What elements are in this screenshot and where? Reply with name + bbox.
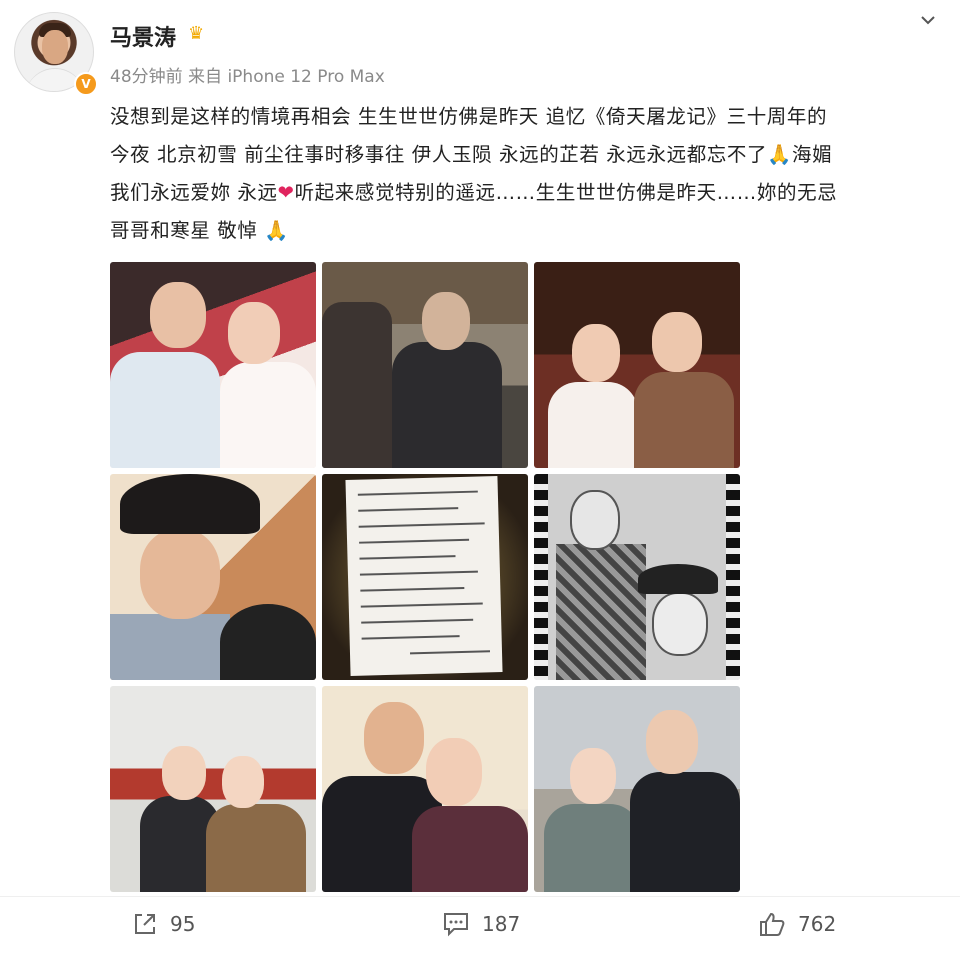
photo-5[interactable] — [322, 474, 528, 680]
comment-count: 187 — [482, 912, 521, 936]
like-count: 762 — [798, 912, 837, 936]
post-text-line: 我们永远爱妳 永远❤听起来感觉特别的遥远……生生世世仿佛是昨天……妳的无忌 — [110, 181, 838, 204]
handwritten-note — [345, 476, 503, 676]
post-text-line: 哥哥和寒星 敬悼 🙏 — [110, 219, 290, 242]
photo-6[interactable] — [534, 474, 740, 680]
photo-4[interactable] — [110, 474, 316, 680]
photo-2[interactable] — [322, 262, 528, 468]
chevron-down-icon[interactable] — [918, 10, 938, 30]
photo-9[interactable] — [534, 686, 740, 892]
comment-button[interactable]: 187 — [442, 909, 520, 939]
share-icon — [135, 914, 155, 934]
photo-3[interactable] — [534, 262, 740, 468]
pray-icon: 🙏 — [264, 219, 290, 242]
pray-icon: 🙏 — [767, 143, 792, 166]
heart-icon: ❤ — [277, 181, 295, 204]
post-text: 没想到是这样的情境再相会 生生世世仿佛是昨天 追忆《倚天屠龙记》三十周年的 今夜… — [110, 98, 948, 250]
post-text-line: 今夜 北京初雪 前尘往事时移事往 伊人玉陨 永远的芷若 永远永远都忘不了🙏海媚 — [110, 143, 833, 166]
username[interactable]: 马景涛 — [110, 20, 176, 52]
photo-8[interactable] — [322, 686, 528, 892]
like-button[interactable]: 762 — [758, 909, 836, 939]
share-button[interactable]: 95 — [132, 909, 195, 939]
photo-7[interactable] — [110, 686, 316, 892]
share-count: 95 — [170, 912, 196, 936]
action-bar: 95 187 762 — [0, 896, 960, 956]
crown-icon: ♛ — [188, 23, 205, 44]
thumbs-up-icon — [760, 912, 785, 936]
comment-icon — [444, 913, 468, 937]
verified-badge-icon: V — [74, 72, 98, 96]
photo-grid — [110, 262, 740, 894]
post-meta: 48分钟前 来自 iPhone 12 Pro Max — [110, 67, 385, 87]
photo-1[interactable] — [110, 262, 316, 468]
post-text-line: 没想到是这样的情境再相会 生生世世仿佛是昨天 追忆《倚天屠龙记》三十周年的 — [110, 105, 828, 128]
